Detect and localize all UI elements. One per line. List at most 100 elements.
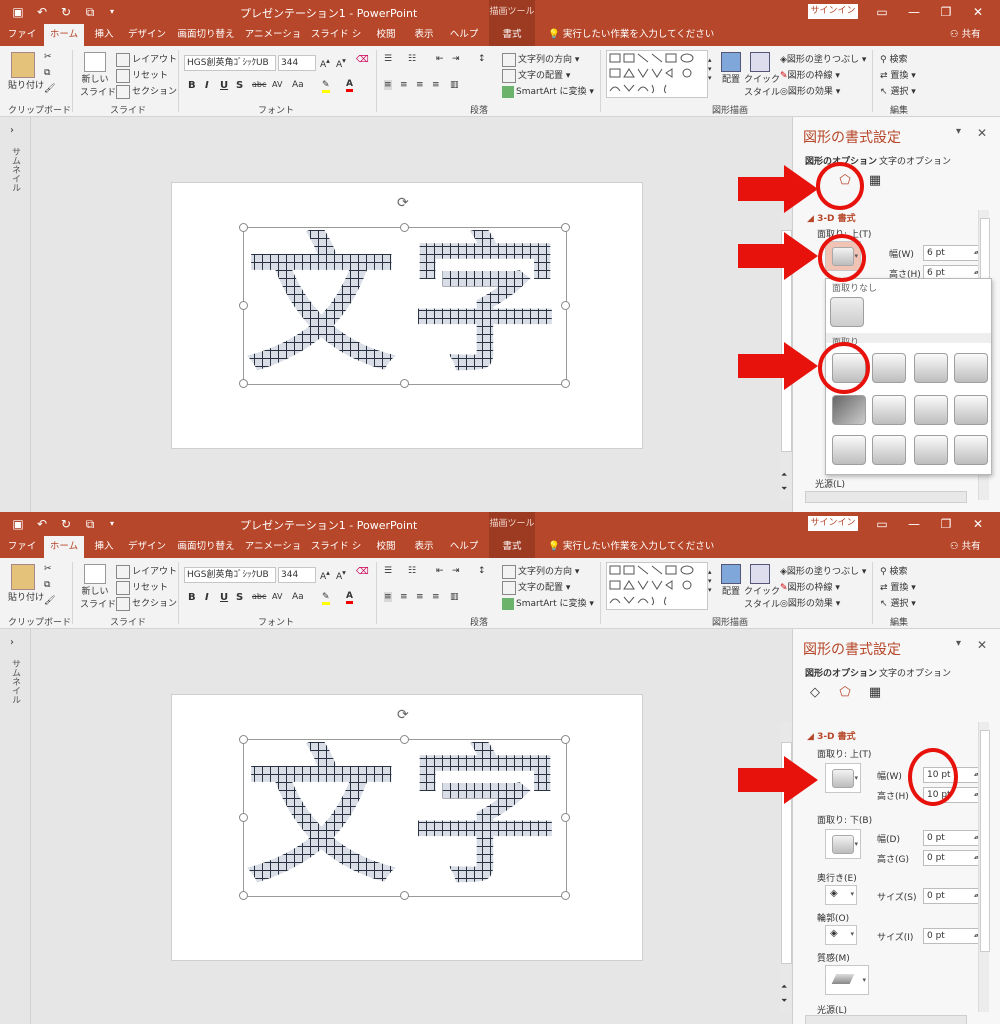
customize-qat-icon[interactable]: ▾	[104, 4, 120, 20]
shape-fill-button[interactable]: ◈図形の塗りつぶし ▾	[780, 52, 866, 65]
prev-slide-icon[interactable]: ⏶	[781, 982, 787, 992]
rotate-handle-icon[interactable]: ⟳	[397, 195, 409, 211]
new-slide-button[interactable]: 新しい スライド	[80, 52, 116, 98]
section-button[interactable]: セクション	[116, 84, 177, 99]
resize-handle[interactable]	[400, 891, 409, 900]
tab-help[interactable]: ヘルプ	[446, 536, 482, 558]
tab-home[interactable]: ホーム	[44, 536, 84, 558]
prev-slide-icon[interactable]: ⏶	[781, 470, 787, 480]
tab-design[interactable]: デザイン	[124, 24, 170, 46]
tab-review[interactable]: 校閲	[370, 24, 402, 46]
line-spacing-icon[interactable]: ↕	[478, 566, 486, 576]
shape-fill-button[interactable]: ◈図形の塗りつぶし ▾	[780, 564, 866, 577]
bevel-option-divot[interactable]	[832, 435, 866, 465]
shrink-font-icon[interactable]: A▾	[336, 56, 346, 70]
font-size-combo[interactable]: 344	[278, 55, 316, 71]
bevel-option-angle[interactable]	[832, 395, 866, 425]
font-name-combo[interactable]: HGS創英角ｺﾞｼｯｸUB	[184, 55, 276, 71]
resize-handle[interactable]	[239, 379, 248, 388]
pane-hscrollbar[interactable]	[805, 1015, 967, 1024]
rotate-handle-icon[interactable]: ⟳	[397, 707, 409, 723]
shadow-button[interactable]: S	[236, 592, 243, 603]
arrange-button[interactable]: 配置	[716, 52, 746, 85]
increase-indent-icon[interactable]: ⇥	[452, 566, 460, 576]
replace-button[interactable]: ⇄ 置換 ▾	[880, 580, 916, 593]
font-name-combo[interactable]: HGS創英角ｺﾞｼｯｸUB	[184, 567, 276, 583]
resize-handle[interactable]	[239, 891, 248, 900]
char-spacing-button[interactable]: AV	[272, 80, 282, 89]
find-button[interactable]: ⚲ 検索	[880, 564, 907, 577]
signin-button[interactable]: サインイン	[808, 4, 858, 19]
bevel-option-relaxed[interactable]	[872, 353, 906, 383]
thumbnail-pane[interactable]: › サムネイル	[0, 117, 31, 512]
bullets-icon[interactable]: ☰	[384, 54, 392, 64]
pane-scroll-thumb[interactable]	[980, 730, 990, 952]
copy-icon[interactable]: ⧉	[44, 580, 50, 590]
resize-handle[interactable]	[561, 301, 570, 310]
strikethrough-button[interactable]: abc	[252, 80, 266, 89]
align-left-icon[interactable]: ≡	[384, 592, 392, 602]
justify-icon[interactable]: ≡	[432, 80, 440, 90]
next-slide-icon[interactable]: ⏷	[781, 996, 787, 1006]
tab-shape-options[interactable]: 図形のオプション	[805, 666, 877, 679]
resize-handle[interactable]	[400, 735, 409, 744]
bevel-option-convex[interactable]	[914, 395, 948, 425]
font-color-icon[interactable]: A	[346, 591, 353, 604]
font-color-icon[interactable]: A	[346, 79, 353, 92]
tab-view[interactable]: 表示	[408, 24, 440, 46]
undo-icon[interactable]: ↶	[34, 516, 50, 532]
shape-outline-button[interactable]: ✎図形の枠線 ▾	[780, 580, 840, 593]
bold-button[interactable]: B	[188, 592, 196, 603]
underline-button[interactable]: U	[220, 80, 228, 91]
material-button[interactable]: ▾	[825, 965, 869, 995]
bevel-option-slope[interactable]	[954, 395, 988, 425]
undo-icon[interactable]: ↶	[34, 4, 50, 20]
size-properties-icon[interactable]: ▦	[867, 685, 883, 701]
thumbnail-pane[interactable]: › サムネイル	[0, 629, 31, 1024]
shape-outline-button[interactable]: ✎図形の枠線 ▾	[780, 68, 840, 81]
resize-handle[interactable]	[239, 813, 248, 822]
line-spacing-icon[interactable]: ↕	[478, 54, 486, 64]
redo-icon[interactable]: ↻	[58, 4, 74, 20]
text-direction-button[interactable]: 文字列の方向 ▾	[502, 52, 579, 67]
increase-indent-icon[interactable]: ⇥	[452, 54, 460, 64]
resize-handle[interactable]	[561, 379, 570, 388]
tab-transitions[interactable]: 画面切り替え	[174, 24, 238, 46]
next-slide-icon[interactable]: ⏷	[781, 484, 787, 494]
numbering-icon[interactable]: ☷	[408, 566, 416, 576]
bevel-bottom-width-input[interactable]: 0 pt	[923, 830, 980, 846]
layout-button[interactable]: レイアウト	[116, 564, 177, 579]
shapes-gallery[interactable]	[606, 50, 708, 98]
section-button[interactable]: セクション	[116, 596, 177, 611]
format-painter-icon[interactable]: 🖌	[44, 84, 55, 94]
numbering-icon[interactable]: ☷	[408, 54, 416, 64]
size-properties-icon[interactable]: ▦	[867, 173, 883, 189]
bold-button[interactable]: B	[188, 80, 196, 91]
cut-icon[interactable]: ✂	[44, 52, 52, 62]
decrease-indent-icon[interactable]: ⇤	[436, 54, 444, 64]
align-left-icon[interactable]: ≡	[384, 80, 392, 90]
contour-color-button[interactable]: ◈ ▾	[825, 925, 857, 945]
italic-button[interactable]: I	[205, 80, 209, 91]
clear-format-icon[interactable]: ⌫	[356, 567, 369, 577]
close-window-icon[interactable]: ✕	[968, 516, 988, 532]
tab-slideshow[interactable]: スライド ショー	[308, 536, 364, 574]
tab-help[interactable]: ヘルプ	[446, 24, 482, 46]
tab-review[interactable]: 校閲	[370, 536, 402, 558]
font-size-combo[interactable]: 344	[278, 567, 316, 583]
text-box-selection[interactable]: 文 字	[243, 739, 567, 897]
tab-text-options[interactable]: 文字のオプション	[879, 666, 951, 679]
shapes-scroll-icon[interactable]: ▴ ▾ ▾	[708, 56, 712, 83]
share-button[interactable]: ⚇ 共有	[950, 24, 981, 46]
bullets-icon[interactable]: ☰	[384, 566, 392, 576]
pane-hscrollbar[interactable]	[805, 491, 967, 503]
tab-transitions[interactable]: 画面切り替え	[174, 536, 238, 558]
pane-close-icon[interactable]: ✕	[977, 638, 987, 652]
signin-button[interactable]: サインイン	[808, 516, 858, 531]
columns-icon[interactable]: ▥	[450, 592, 459, 602]
bevel-option-soft-round[interactable]	[872, 395, 906, 425]
paste-button[interactable]: 貼り付け	[8, 564, 44, 603]
tab-file[interactable]: ファイル	[4, 24, 40, 62]
italic-button[interactable]: I	[205, 592, 209, 603]
expand-thumbs-icon[interactable]: ›	[10, 125, 14, 136]
